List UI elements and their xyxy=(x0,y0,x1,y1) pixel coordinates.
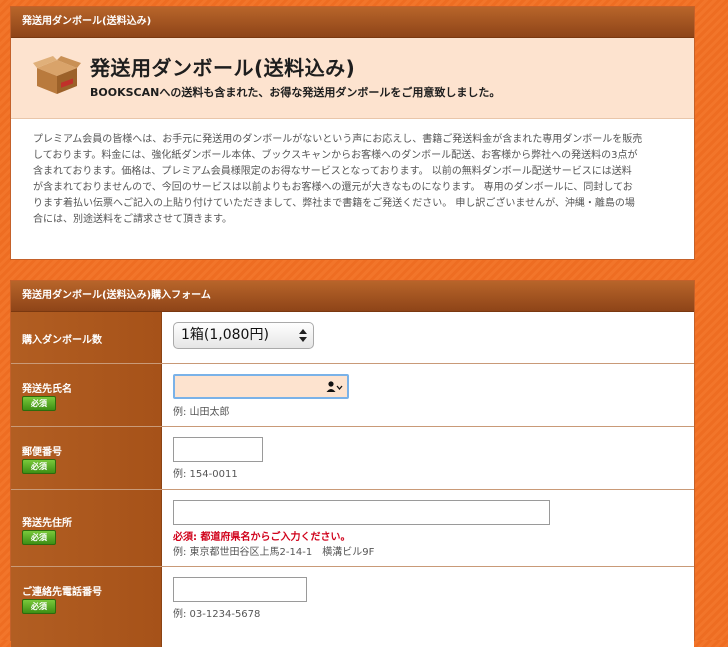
quantity-row: 購入ダンボール数 1箱(1,080円) xyxy=(11,312,694,364)
address-row: 発送先住所 必須 必須: 都道府県名からご入力ください。 例: 東京都世田谷区上… xyxy=(11,490,694,567)
phone-label: ご連絡先電話番号 xyxy=(22,587,102,598)
name-label-cell: 発送先氏名 必須 xyxy=(11,364,162,426)
postal-code-input[interactable] xyxy=(173,437,263,462)
description-line: 含まれております。価格は、プレミアム会員様限定のお得なサービスとなっております。… xyxy=(33,166,632,177)
required-badge: 必須 xyxy=(22,599,56,614)
postal-row: 郵便番号 必須 例: 154-0011 xyxy=(11,427,694,490)
address-label: 発送先住所 xyxy=(22,518,72,529)
quantity-label-cell: 購入ダンボール数 xyxy=(11,312,162,363)
name-label: 発送先氏名 xyxy=(22,384,72,395)
description: プレミアム会員の皆様へは、お手元に発送用のダンボールがないという声にお応えし、書… xyxy=(11,119,694,228)
phone-value-cell: 例: 03-1234-5678 xyxy=(162,567,694,647)
phone-row: ご連絡先電話番号 必須 例: 03-1234-5678 xyxy=(11,567,694,647)
address-error-message: 必須: 都道府県名からご入力ください。 xyxy=(173,532,351,543)
hero-banner: 発送用ダンボール(送料込み) BOOKSCANへの送料も含まれた、お得な発送用ダ… xyxy=(11,38,694,119)
required-badge: 必須 xyxy=(22,459,56,474)
purchase-form-panel: 発送用ダンボール(送料込み)購入フォーム 購入ダンボール数 1箱(1,080円)… xyxy=(10,280,695,647)
info-panel: 発送用ダンボール(送料込み) 発送用ダンボール(送料込み) BOOKSCANへの… xyxy=(10,6,695,260)
description-line: ります着払い伝票へご記入の上貼り付けていただきまして、弊社まで書籍をご発送くださ… xyxy=(33,198,635,209)
description-line: プレミアム会員の皆様へは、お手元に発送用のダンボールがないという声にお応えし、書… xyxy=(33,134,643,145)
required-badge: 必須 xyxy=(22,396,56,411)
quantity-selected-value: 1箱(1,080円) xyxy=(181,327,269,343)
quantity-select[interactable]: 1箱(1,080円) xyxy=(173,322,314,349)
description-line: 合には、別途送料をご請求させて頂きます。 xyxy=(33,214,232,225)
name-example: 例: 山田太郎 xyxy=(173,407,230,418)
name-value-cell: 例: 山田太郎 xyxy=(162,364,694,426)
postal-value-cell: 例: 154-0011 xyxy=(162,427,694,489)
page-title: 発送用ダンボール(送料込み) xyxy=(90,56,356,80)
form-header: 発送用ダンボール(送料込み)購入フォーム xyxy=(11,281,694,312)
postal-label: 郵便番号 xyxy=(22,447,62,458)
description-line: が含まれておりませんので、今回のサービスは以前よりもお客様への還元が大きなものに… xyxy=(33,182,633,193)
address-value-cell: 必須: 都道府県名からご入力ください。 例: 東京都世田谷区上馬2-14-1 横… xyxy=(162,490,694,566)
phone-input[interactable] xyxy=(173,577,307,602)
address-example: 例: 東京都世田谷区上馬2-14-1 横溝ビル9F xyxy=(173,547,375,558)
postal-example: 例: 154-0011 xyxy=(173,469,238,480)
name-row: 発送先氏名 必須 例: 山田太郎 xyxy=(11,364,694,427)
phone-label-cell: ご連絡先電話番号 必須 xyxy=(11,567,162,647)
info-panel-header: 発送用ダンボール(送料込み) xyxy=(11,7,694,38)
select-arrows-icon xyxy=(299,329,307,342)
quantity-value-cell: 1箱(1,080円) xyxy=(162,312,694,363)
cardboard-box-icon xyxy=(33,56,81,94)
name-input[interactable] xyxy=(173,374,349,399)
address-input[interactable] xyxy=(173,500,550,525)
description-line: しております。料金には、強化紙ダンボール本体、ブックスキャンからお客様へのダンボ… xyxy=(33,150,638,161)
contact-autofill-icon xyxy=(326,381,343,392)
required-badge: 必須 xyxy=(22,530,56,545)
address-label-cell: 発送先住所 必須 xyxy=(11,490,162,566)
quantity-label: 購入ダンボール数 xyxy=(22,335,102,346)
page-subtitle: BOOKSCANへの送料も含まれた、お得な発送用ダンボールをご用意致しました。 xyxy=(90,86,501,99)
postal-label-cell: 郵便番号 必須 xyxy=(11,427,162,489)
phone-example: 例: 03-1234-5678 xyxy=(173,609,261,620)
